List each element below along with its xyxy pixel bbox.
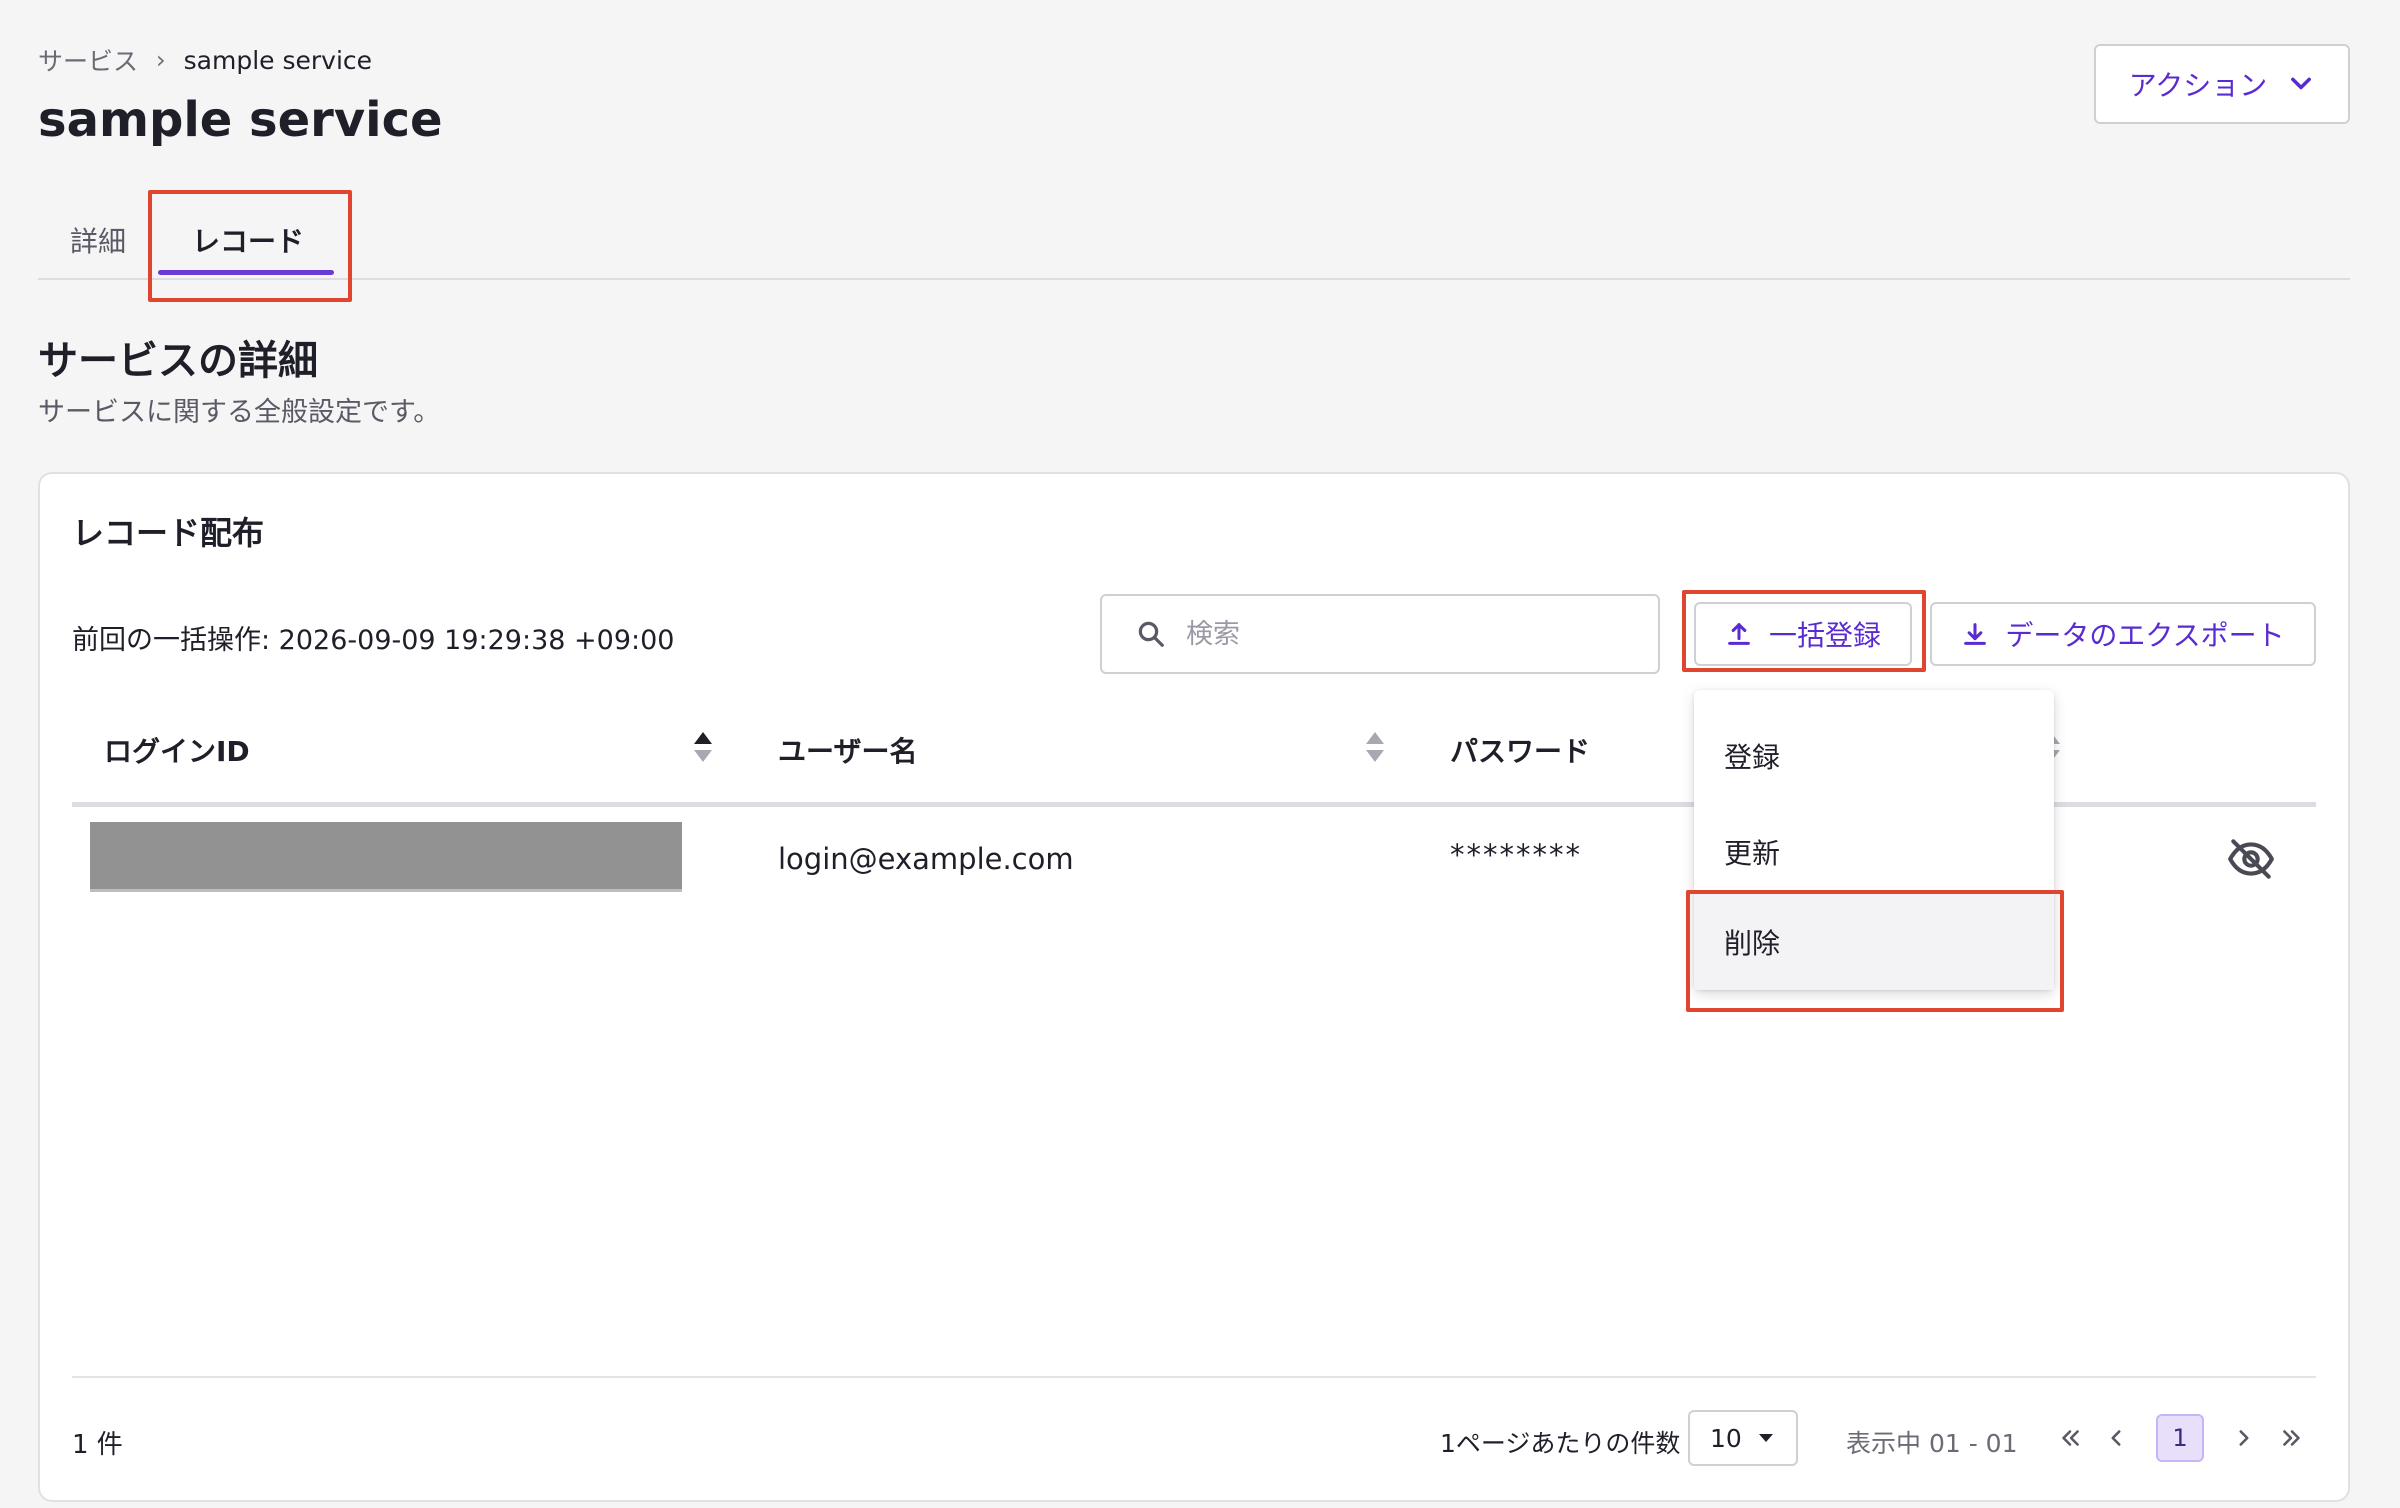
tab-bar: 詳細 レコード xyxy=(38,190,2350,302)
search-input[interactable] xyxy=(1186,618,1626,650)
page-title: sample service xyxy=(38,92,443,148)
card-title: レコード配布 xyxy=(72,514,265,552)
export-data-label: データのエクスポート xyxy=(2005,619,2285,652)
breadcrumb-current: sample service xyxy=(183,45,373,75)
export-data-button[interactable]: データのエクスポート xyxy=(1930,602,2316,666)
active-tab-indicator xyxy=(158,270,334,275)
column-header-password[interactable]: パスワード xyxy=(1450,730,1590,770)
section-description: サービスに関する全般設定です。 xyxy=(38,397,441,428)
prev-page-icon[interactable] xyxy=(2096,1414,2136,1462)
current-page[interactable]: 1 xyxy=(2156,1414,2204,1462)
column-header-login-id[interactable]: ログインID xyxy=(104,730,250,770)
column-header-username[interactable]: ユーザー名 xyxy=(778,730,917,770)
per-page-select[interactable]: 10 xyxy=(1688,1410,1798,1466)
cell-password: ******** xyxy=(1450,838,1582,872)
total-count: 1 件 xyxy=(72,1430,123,1460)
action-button-label: アクション xyxy=(2128,69,2268,102)
footer-divider xyxy=(72,1376,2316,1378)
action-dropdown-button[interactable]: アクション xyxy=(2094,44,2350,124)
per-page-value: 10 xyxy=(1710,1423,1742,1453)
next-page-icon[interactable] xyxy=(2224,1414,2264,1462)
menu-item-register[interactable]: 登録 xyxy=(1694,708,2054,804)
menu-item-delete[interactable]: 削除 xyxy=(1694,894,2054,990)
upload-icon xyxy=(1728,623,1750,645)
search-field[interactable] xyxy=(1100,594,1660,674)
cell-username: login@example.com xyxy=(778,842,1074,876)
bulk-action-menu: 登録 更新 削除 xyxy=(1694,690,2054,990)
sort-icon-username[interactable] xyxy=(1364,730,1386,764)
breadcrumb-root-link[interactable]: サービス xyxy=(38,42,138,78)
eye-off-icon[interactable] xyxy=(2226,834,2276,884)
first-page-icon[interactable] xyxy=(2050,1414,2090,1462)
breadcrumb: サービス › sample service xyxy=(38,42,372,78)
redacted-login-id xyxy=(90,822,682,892)
search-icon xyxy=(1138,621,1164,647)
menu-item-update[interactable]: 更新 xyxy=(1694,804,2054,900)
bulk-register-label: 一括登録 xyxy=(1768,619,1881,652)
sort-icon-login-id[interactable] xyxy=(692,730,714,764)
per-page-label: 1ページあたりの件数 xyxy=(1440,1429,1681,1458)
bulk-register-button[interactable]: 一括登録 xyxy=(1694,602,1912,666)
tab-details[interactable]: 詳細 xyxy=(70,220,126,260)
tab-records[interactable]: レコード xyxy=(192,220,304,260)
range-indicator: 表示中 01 - 01 xyxy=(1846,1429,2018,1458)
last-page-icon[interactable] xyxy=(2272,1414,2312,1462)
last-bulk-operation: 前回の一括操作: 2026-09-09 19:29:38 +09:00 xyxy=(72,625,675,656)
caret-down-icon xyxy=(1759,1434,1773,1442)
chevron-down-icon xyxy=(2291,77,2312,90)
section-title: サービスの詳細 xyxy=(38,338,318,384)
breadcrumb-separator-icon: › xyxy=(156,46,166,74)
download-icon xyxy=(1964,623,1987,645)
